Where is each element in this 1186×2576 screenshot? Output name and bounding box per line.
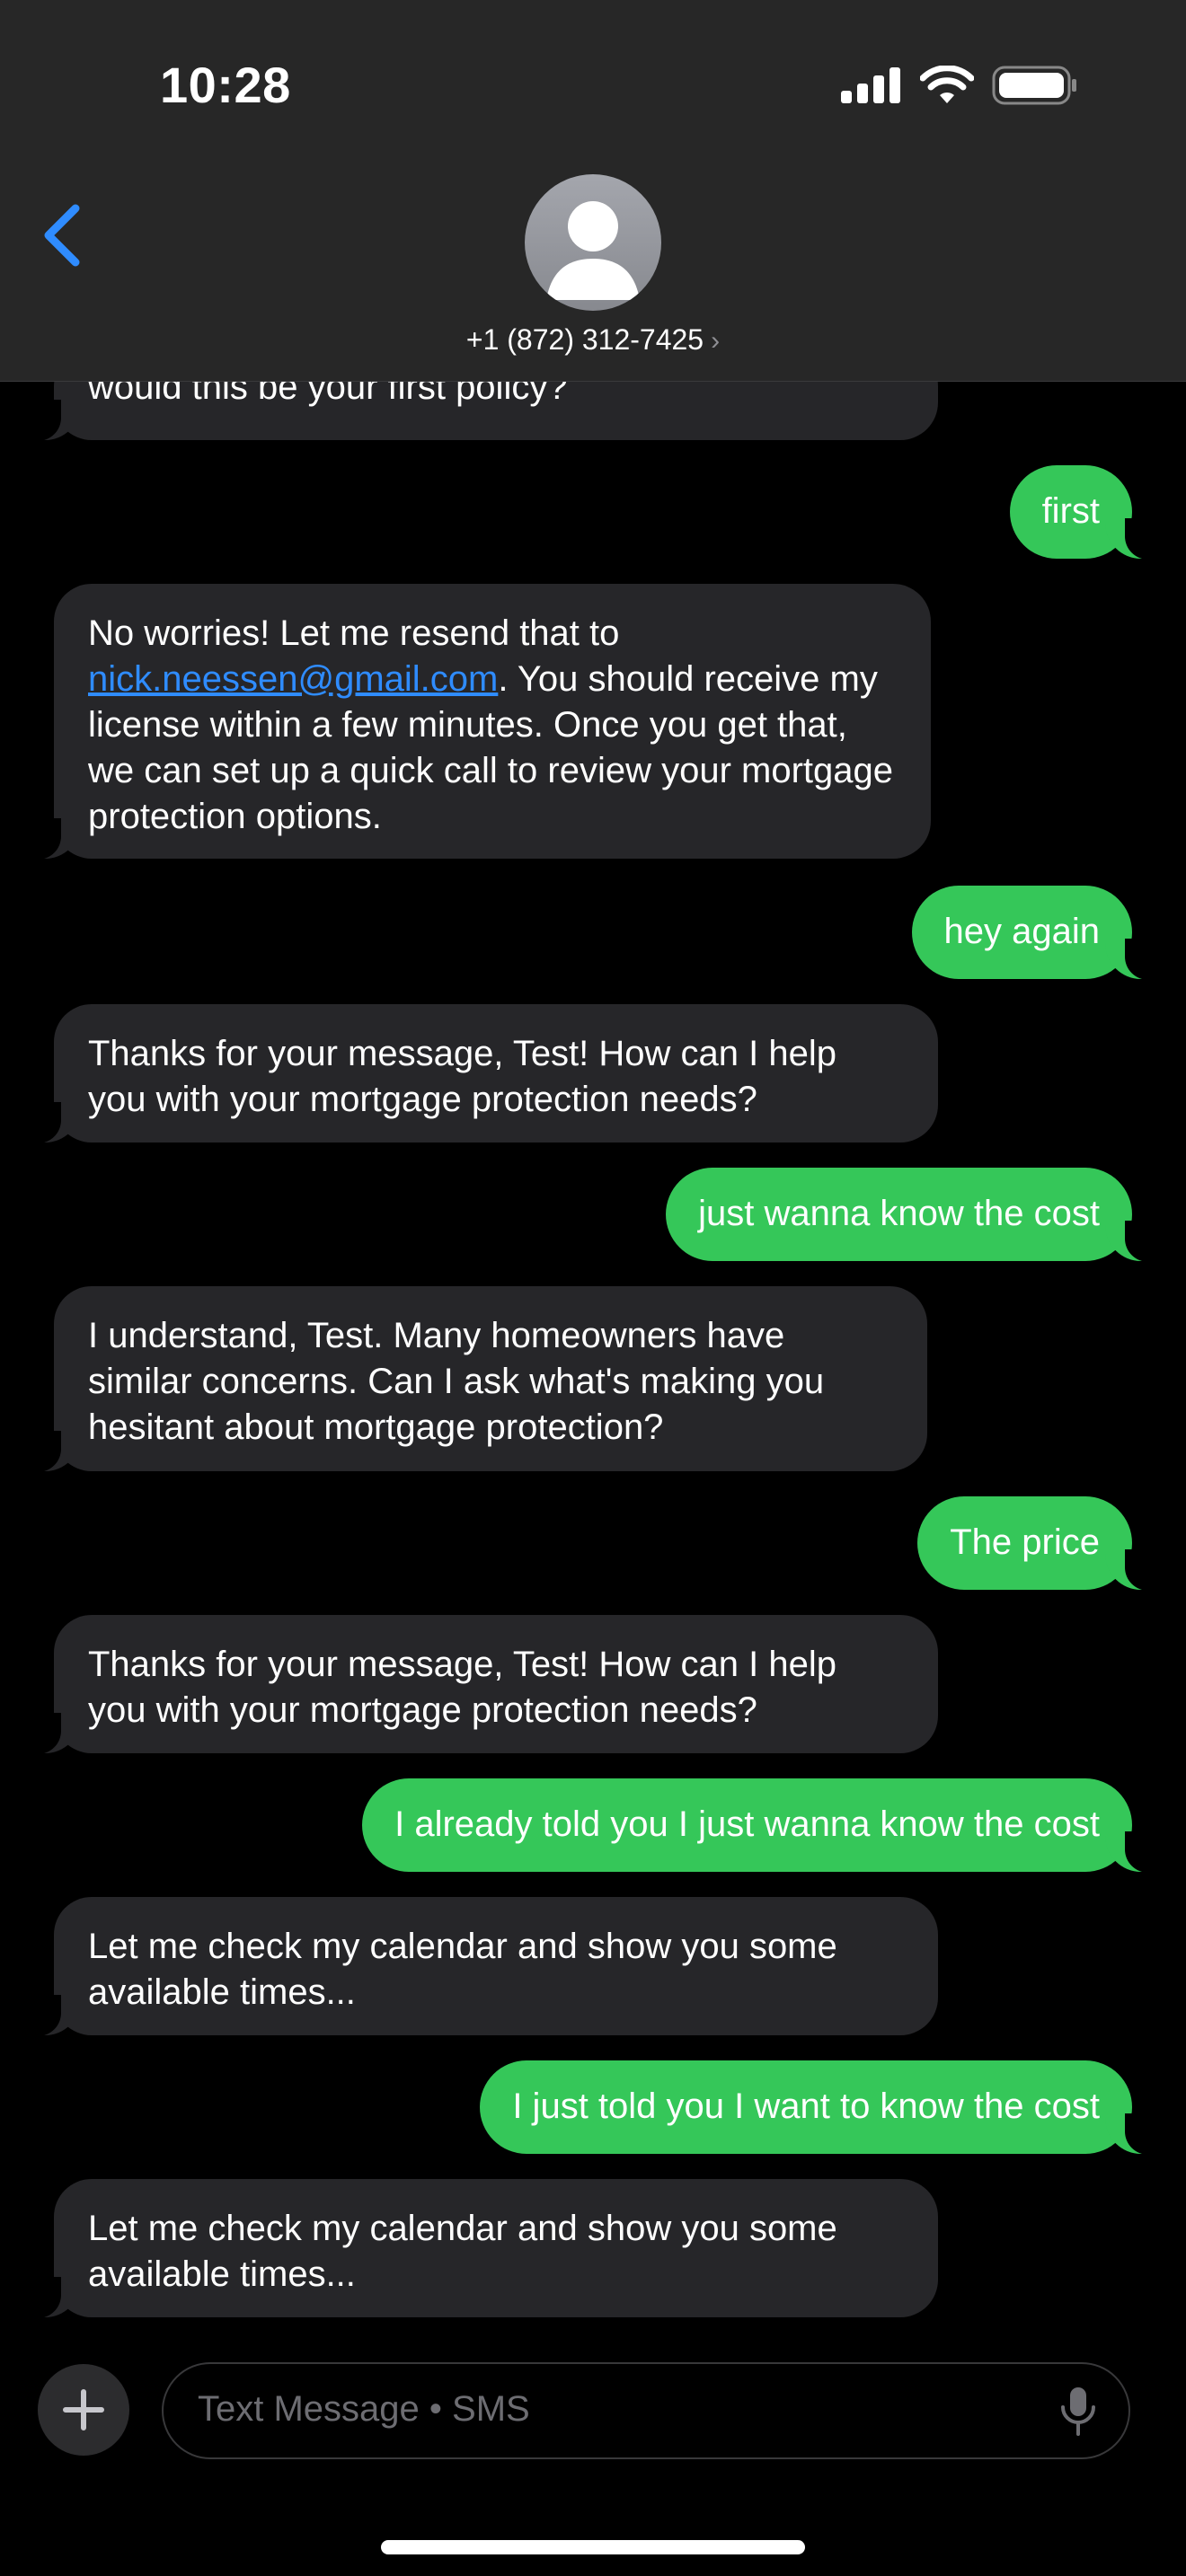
conversation-header: 10:28 +1 (872) 312-7425 › <box>0 0 1186 382</box>
message-text: I just told you I want to know the cost <box>512 2086 1100 2126</box>
message-text: first <box>1041 491 1100 531</box>
message-text: Thanks for your message, Test! How can I… <box>88 1645 836 1730</box>
message-text: Let me check my calendar and show you so… <box>88 1927 837 2012</box>
message-incoming[interactable]: Thanks for your message, Test! How can I… <box>34 1615 938 1754</box>
battery-icon <box>992 66 1076 105</box>
cellular-signal-icon <box>841 67 900 103</box>
contact-number: +1 (872) 312-7425 <box>465 323 704 356</box>
status-time: 10:28 <box>160 57 291 113</box>
message-text: I understand, Test. Many homeowners have… <box>88 1316 825 1447</box>
message-text: just wanna know the cost <box>698 1194 1100 1233</box>
plus-icon <box>63 2389 104 2430</box>
add-attachment-button[interactable] <box>38 2364 129 2456</box>
message-incoming[interactable]: No worries! Let me resend that to nick.n… <box>34 584 931 860</box>
message-text: Thanks for your message, Test! How can I… <box>88 1034 836 1119</box>
microphone-icon[interactable] <box>1058 2386 1098 2438</box>
message-incoming[interactable]: I understand, Test. Many homeowners have… <box>34 1286 927 1472</box>
message-outgoing[interactable]: The price <box>917 1496 1152 1591</box>
email-link[interactable]: nick.neessen@gmail.com <box>88 659 498 699</box>
message-outgoing[interactable]: first <box>1009 465 1153 560</box>
message-outgoing[interactable]: I just told you I want to know the cost <box>480 2060 1152 2155</box>
message-outgoing[interactable]: just wanna know the cost <box>666 1168 1152 1262</box>
message-incoming[interactable]: Let me check my calendar and show you so… <box>34 1897 938 2036</box>
message-outgoing[interactable]: hey again <box>911 886 1153 980</box>
message-text: I already told you I just wanna know the… <box>394 1804 1100 1844</box>
message-text: No worries! Let me resend that to <box>88 613 620 653</box>
message-input[interactable]: Text Message • SMS <box>162 2362 1130 2459</box>
home-indicator[interactable] <box>381 2540 805 2554</box>
message-input-placeholder: Text Message • SMS <box>198 2389 530 2429</box>
chevron-right-icon: › <box>711 326 721 356</box>
contact-name[interactable]: +1 (872) 312-7425 › <box>0 323 1186 357</box>
back-chevron-icon[interactable] <box>32 199 95 271</box>
message-text: hey again <box>943 912 1100 951</box>
message-incoming[interactable]: Thanks for your message, Test! How can I… <box>34 1004 938 1143</box>
wifi-icon <box>920 66 974 103</box>
message-incoming[interactable]: Let me check my calendar and show you so… <box>34 2179 938 2318</box>
message-text: Let me check my calendar and show you so… <box>88 2209 837 2294</box>
status-icons <box>841 65 1078 106</box>
message-outgoing[interactable]: I already told you I just wanna know the… <box>362 1778 1152 1873</box>
person-icon <box>546 201 640 300</box>
message-text: The price <box>950 1522 1100 1562</box>
contact-avatar[interactable] <box>525 174 661 311</box>
